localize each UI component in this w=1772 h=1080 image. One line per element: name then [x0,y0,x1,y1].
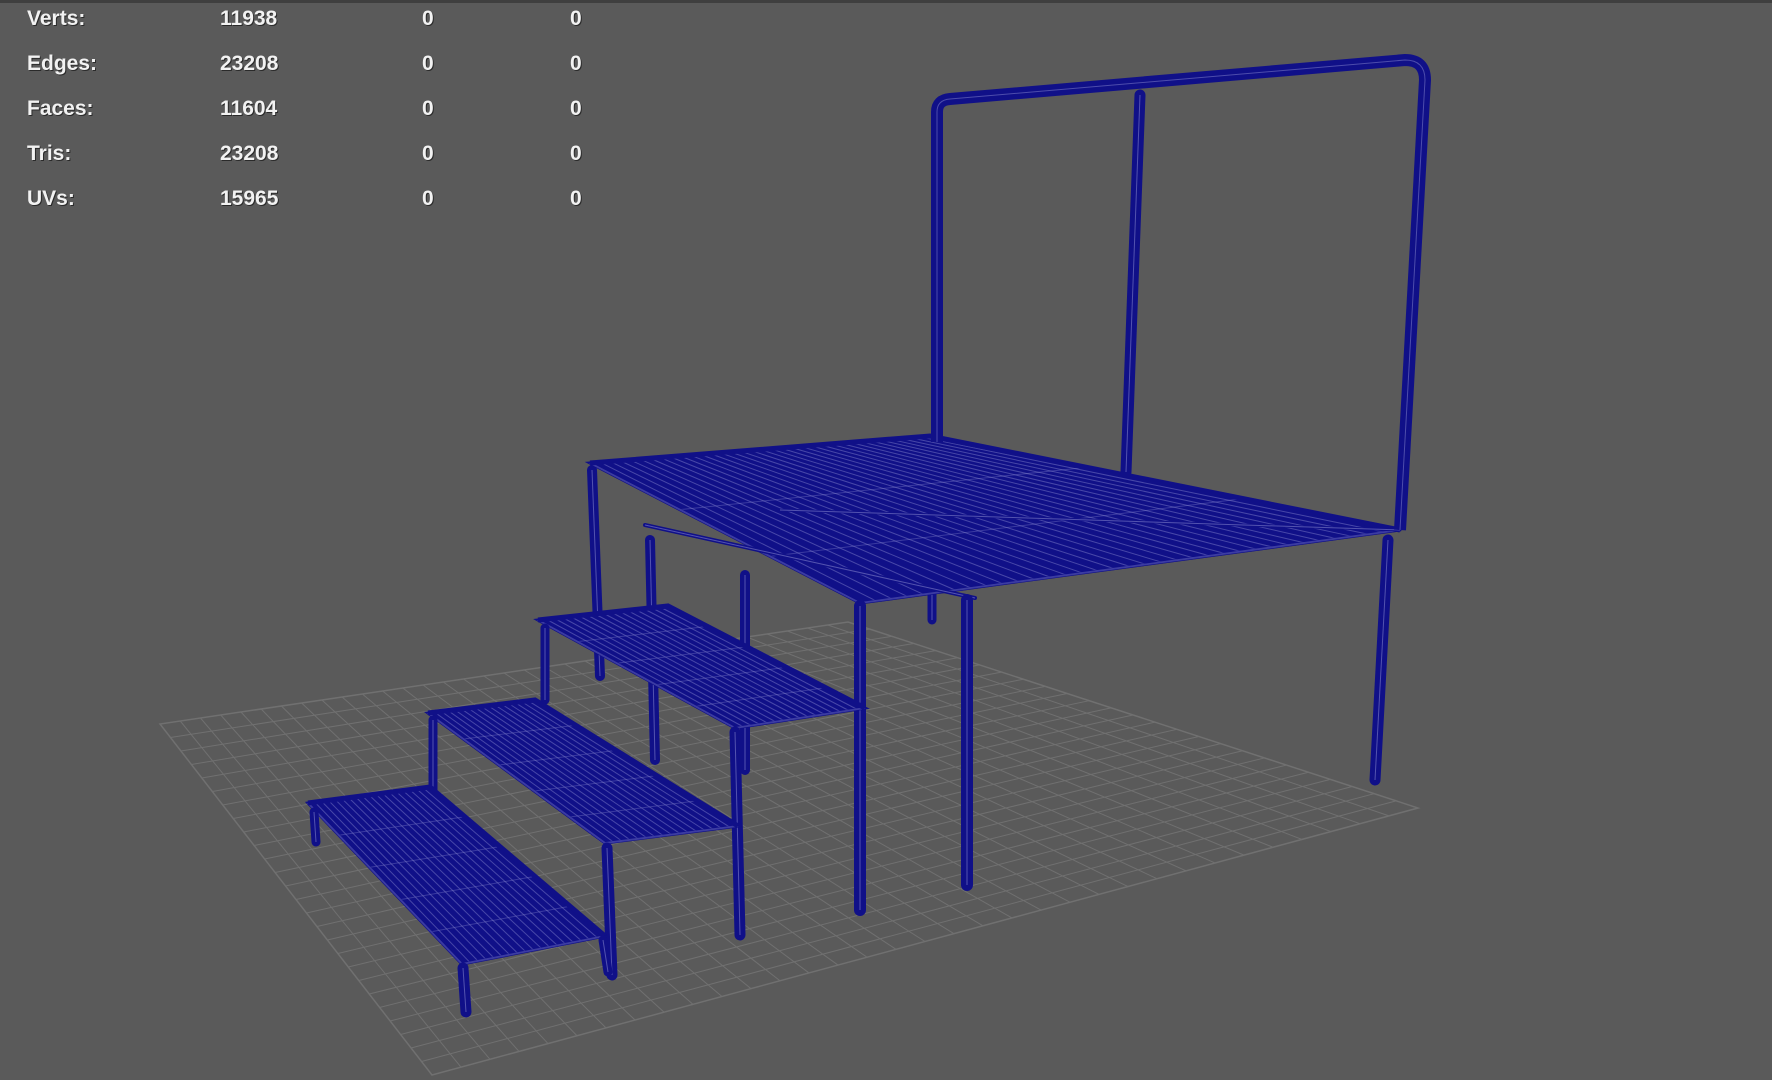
hud-label: UVs: [27,187,75,210]
grid-line [827,624,1390,817]
grid-line [746,636,1274,848]
step-1-leg-back [309,807,321,847]
hud-selected-2: 0 [570,187,582,210]
step-3-leg-front [729,726,746,941]
hud-row-faces: Faces: 11604 0 0 [27,96,627,141]
hud-selected-2: 0 [570,7,582,30]
hud-label: Faces: [27,97,94,120]
hud-label: Edges: [27,52,98,75]
hud-total: 23208 [220,52,279,75]
grid-line [766,633,1303,840]
grid-line [807,627,1361,825]
step-1-leg-front [457,962,472,1018]
hud-selected-2: 0 [570,142,582,165]
hud-selected: 0 [422,97,434,120]
hud-selected-2: 0 [570,52,582,75]
hud-row-verts: Verts: 11938 0 0 [27,6,627,51]
hud-label: Tris: [27,142,72,165]
step-tread-3 [533,603,870,730]
hud-row-edges: Edges: 23208 0 0 [27,51,627,96]
grid-line [787,630,1332,833]
railing-post-middle [1120,89,1146,478]
hud-selected: 0 [422,7,434,30]
hud-total: 23208 [220,142,279,165]
hud-label: Verts: [27,7,86,30]
platform-leg-back-right [1369,534,1394,786]
hud-total: 11604 [220,97,278,120]
hud-selected: 0 [422,52,434,75]
3d-viewport[interactable]: Verts: 11938 0 0 Edges: 23208 0 0 Faces:… [0,0,1772,1080]
step-tread-1 [304,784,609,966]
hud-selected: 0 [422,142,434,165]
poly-count-hud: Verts: 11938 0 0 Edges: 23208 0 0 Faces:… [27,6,627,231]
hud-selected-2: 0 [570,97,582,120]
hud-selected: 0 [422,187,434,210]
hud-row-tris: Tris: 23208 0 0 [27,141,627,186]
hud-total: 15965 [220,187,279,210]
step-1-leg-right [598,935,613,977]
hud-row-uvs: UVs: 15965 0 0 [27,186,627,231]
hud-total: 11938 [220,7,278,30]
platform-deck [584,433,1401,605]
